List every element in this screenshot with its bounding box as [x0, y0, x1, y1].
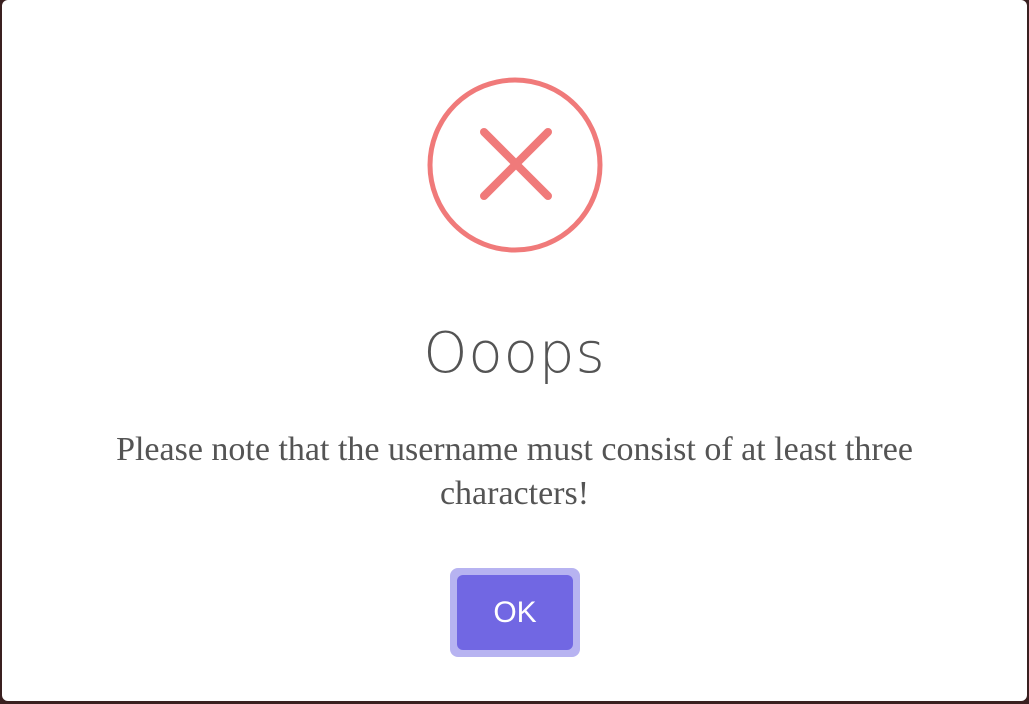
alert-dialog: Ooops Please note that the username must… — [2, 0, 1027, 701]
error-x-icon — [426, 76, 604, 254]
dialog-title: Ooops — [423, 321, 606, 386]
ok-button[interactable]: OK — [457, 575, 573, 650]
dialog-message: Please note that the username must consi… — [116, 431, 913, 512]
